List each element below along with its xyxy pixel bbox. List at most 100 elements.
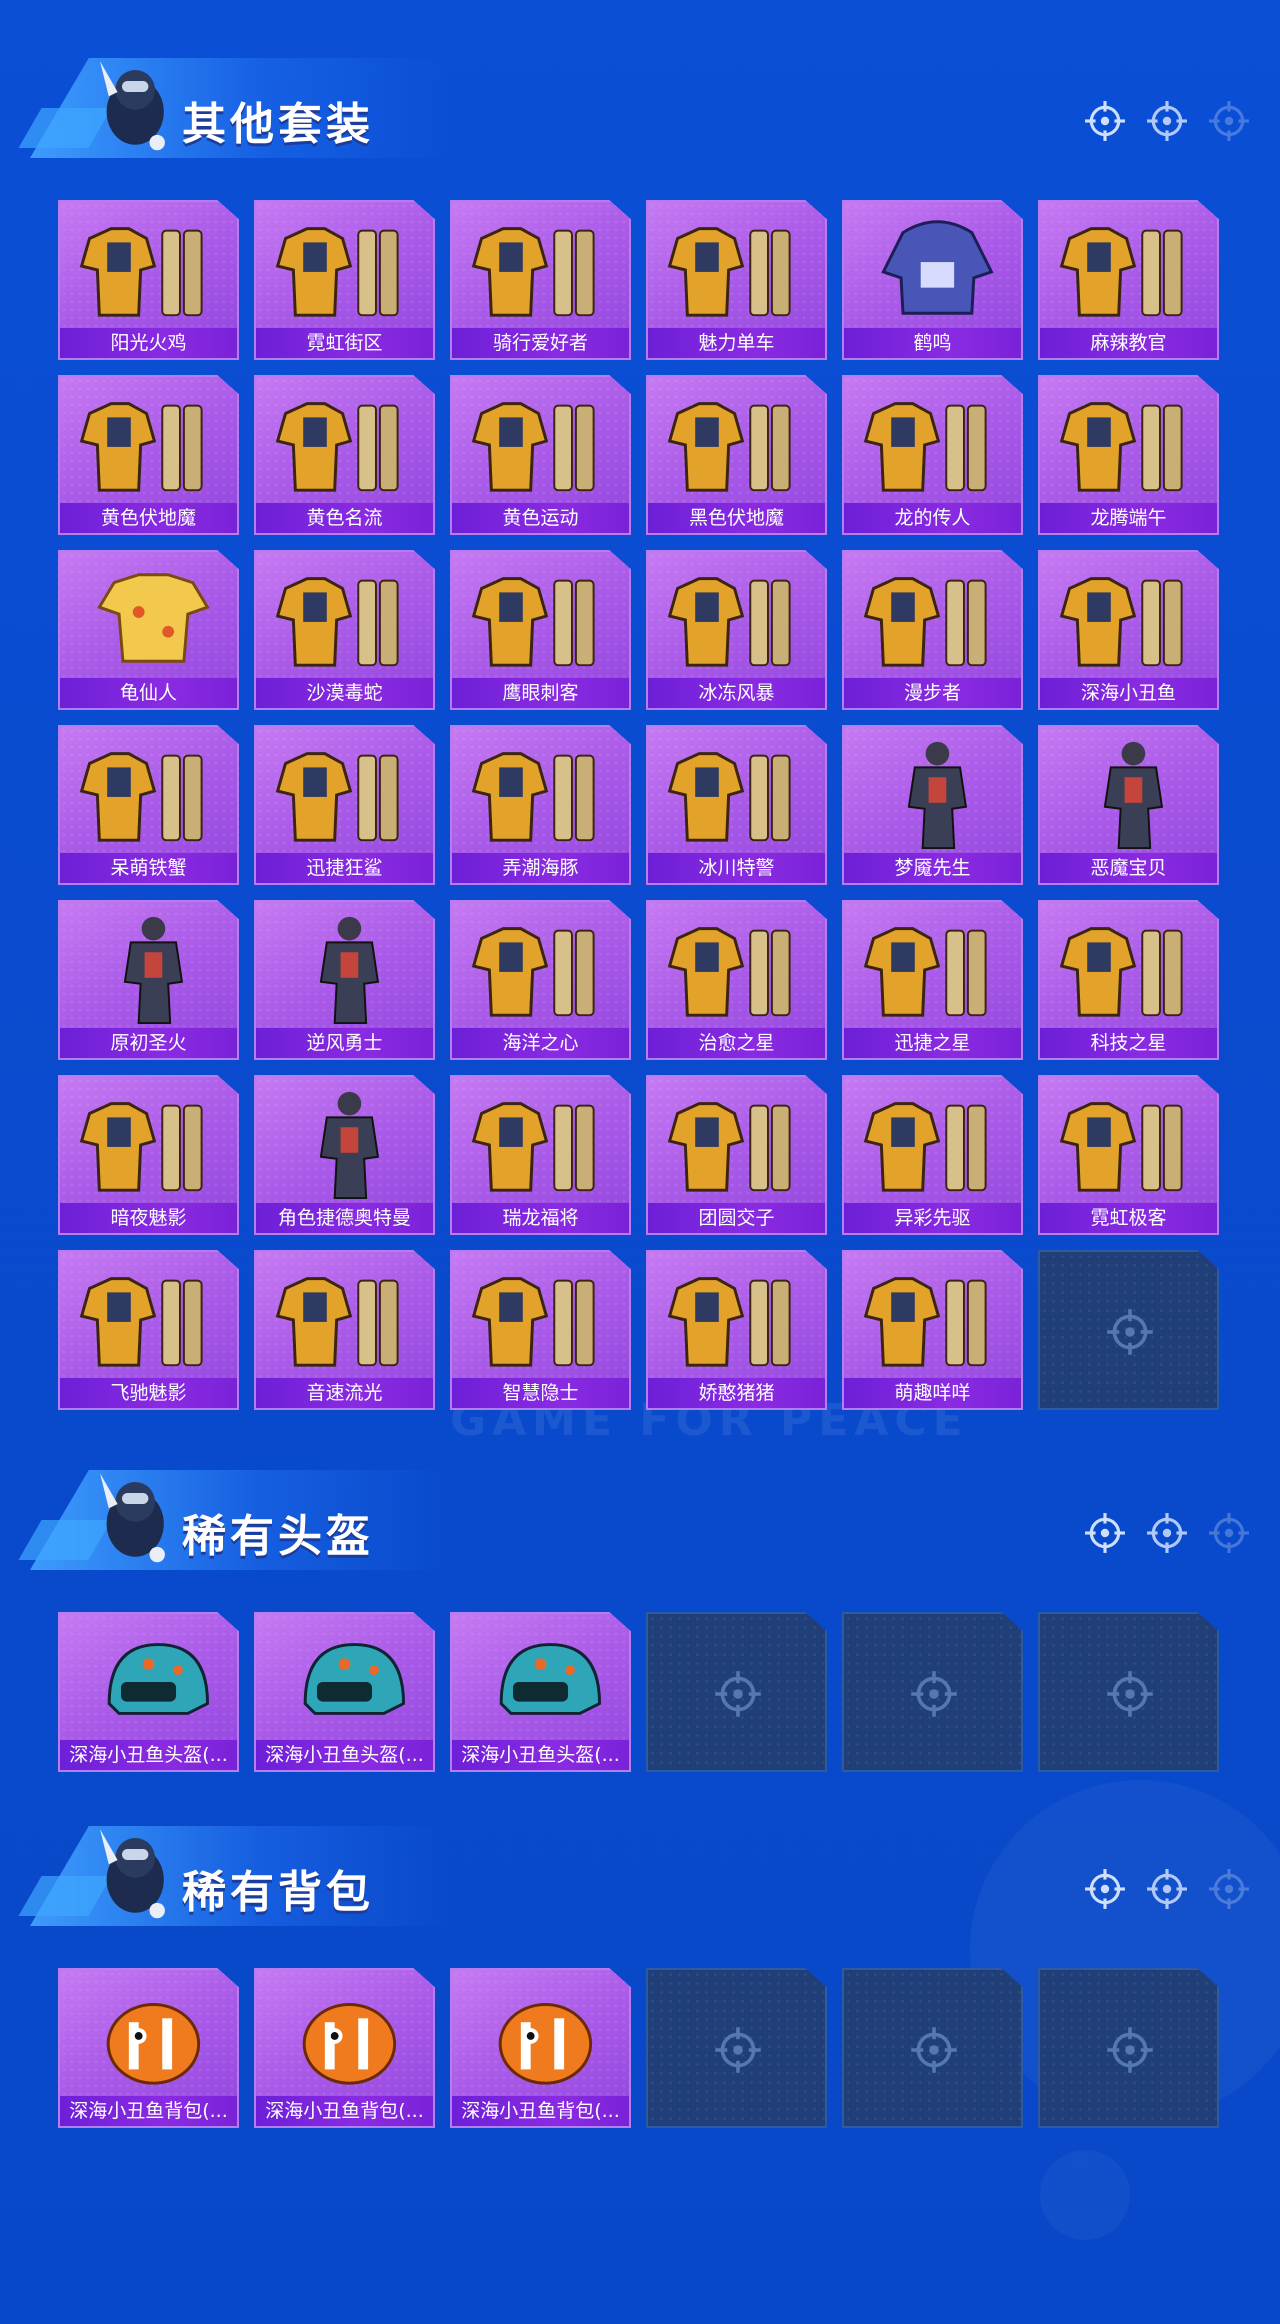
item-card[interactable]: 黄色名流 xyxy=(254,375,435,535)
item-card[interactable]: 骑行爱好者 xyxy=(450,200,631,360)
item-card[interactable]: 恶魔宝贝 xyxy=(1038,725,1219,885)
item-card[interactable]: 黑色伏地魔 xyxy=(646,375,827,535)
crosshair-icon xyxy=(1146,1868,1188,1910)
item-card[interactable]: 海洋之心 xyxy=(450,900,631,1060)
item-label: 魅力单车 xyxy=(648,328,825,358)
item-card[interactable]: 龙腾端午 xyxy=(1038,375,1219,535)
item-card[interactable]: 鹤鸣 xyxy=(842,200,1023,360)
helmet-icon xyxy=(256,1614,433,1744)
item-card[interactable]: 黄色运动 xyxy=(450,375,631,535)
item-label: 骑行爱好者 xyxy=(452,328,629,358)
item-card[interactable]: 逆风勇士 xyxy=(254,900,435,1060)
section-title: 稀有头盔 xyxy=(182,1511,374,1562)
character-icon xyxy=(256,902,433,1032)
item-label: 深海小丑鱼背包(... xyxy=(60,2096,237,2126)
item-label: 梦魇先生 xyxy=(844,853,1021,883)
item-card[interactable]: 智慧隐士 xyxy=(450,1250,631,1410)
item-card[interactable]: 团圆交子 xyxy=(646,1075,827,1235)
outfit-icon xyxy=(648,1252,825,1382)
item-label: 音速流光 xyxy=(256,1378,433,1408)
outfit-icon xyxy=(844,377,1021,507)
item-card[interactable]: 瑞龙福将 xyxy=(450,1075,631,1235)
item-card[interactable]: 漫步者 xyxy=(842,550,1023,710)
item-card[interactable]: 深海小丑鱼 xyxy=(1038,550,1219,710)
item-label: 漫步者 xyxy=(844,678,1021,708)
outfit-icon xyxy=(256,552,433,682)
item-label: 呆萌铁蟹 xyxy=(60,853,237,883)
item-label: 逆风勇士 xyxy=(256,1028,433,1058)
item-card[interactable]: 龟仙人 xyxy=(58,550,239,710)
item-label: 阳光火鸡 xyxy=(60,328,237,358)
outfit-icon xyxy=(844,552,1021,682)
item-card[interactable]: 弄潮海豚 xyxy=(450,725,631,885)
crosshair-icon xyxy=(1146,100,1188,142)
outfit-icon xyxy=(256,727,433,857)
crosshair-icon xyxy=(1084,1868,1126,1910)
hoodie-icon xyxy=(844,202,1021,332)
item-card[interactable]: 龙的传人 xyxy=(842,375,1023,535)
item-card[interactable]: 深海小丑鱼背包(... xyxy=(450,1968,631,2128)
crosshair-placeholder-icon xyxy=(1106,2026,1154,2074)
item-card[interactable]: 娇憨猪猪 xyxy=(646,1250,827,1410)
item-card[interactable]: 黄色伏地魔 xyxy=(58,375,239,535)
crosshair-icon xyxy=(1208,1868,1250,1910)
item-card[interactable]: 麻辣教官 xyxy=(1038,200,1219,360)
item-label: 深海小丑鱼头盔(... xyxy=(60,1740,237,1770)
item-card[interactable]: 深海小丑鱼头盔(... xyxy=(254,1612,435,1772)
item-label: 飞驰魅影 xyxy=(60,1378,237,1408)
item-card[interactable]: 迅捷狂鲨 xyxy=(254,725,435,885)
empty-slot xyxy=(1038,1250,1219,1410)
item-label: 萌趣咩咩 xyxy=(844,1378,1021,1408)
item-card[interactable]: 鹰眼刺客 xyxy=(450,550,631,710)
item-label: 角色捷德奥特曼 xyxy=(256,1203,433,1233)
item-label: 龟仙人 xyxy=(60,678,237,708)
item-label: 霓虹街区 xyxy=(256,328,433,358)
item-card[interactable]: 魅力单车 xyxy=(646,200,827,360)
crosshair-icon xyxy=(1208,100,1250,142)
outfit-icon xyxy=(1040,552,1217,682)
item-label: 深海小丑鱼头盔(... xyxy=(452,1740,629,1770)
item-card[interactable]: 梦魇先生 xyxy=(842,725,1023,885)
outfit-icon xyxy=(452,727,629,857)
item-card[interactable]: 呆萌铁蟹 xyxy=(58,725,239,885)
item-card[interactable]: 异彩先驱 xyxy=(842,1075,1023,1235)
item-card[interactable]: 深海小丑鱼背包(... xyxy=(58,1968,239,2128)
item-card[interactable]: 萌趣咩咩 xyxy=(842,1250,1023,1410)
item-card[interactable]: 科技之星 xyxy=(1038,900,1219,1060)
item-grid: 深海小丑鱼头盔(... 深海小丑鱼头盔(... 深海小丑鱼头盔(... xyxy=(58,1612,1219,1772)
item-label: 娇憨猪猪 xyxy=(648,1378,825,1408)
item-card[interactable]: 冰川特警 xyxy=(646,725,827,885)
item-label: 霓虹极客 xyxy=(1040,1203,1217,1233)
item-card[interactable]: 深海小丑鱼头盔(... xyxy=(58,1612,239,1772)
item-card[interactable]: 霓虹街区 xyxy=(254,200,435,360)
item-card[interactable]: 角色捷德奥特曼 xyxy=(254,1075,435,1235)
item-card[interactable]: 冰冻风暴 xyxy=(646,550,827,710)
item-card[interactable]: 深海小丑鱼头盔(... xyxy=(450,1612,631,1772)
item-label: 异彩先驱 xyxy=(844,1203,1021,1233)
item-card[interactable]: 阳光火鸡 xyxy=(58,200,239,360)
item-label: 黑色伏地魔 xyxy=(648,503,825,533)
item-card[interactable]: 飞驰魅影 xyxy=(58,1250,239,1410)
crosshair-placeholder-icon xyxy=(1106,1308,1154,1356)
backpack-icon xyxy=(60,1970,237,2100)
item-label: 沙漠毒蛇 xyxy=(256,678,433,708)
section-other-outfits: 其他套装 阳光火鸡 霓虹街区 骑行爱好者 魅力单车 鹤鸣 麻辣教官 黄色伏地魔 黄色名流 黄色运… xyxy=(0,0,1280,1410)
item-card[interactable]: 深海小丑鱼背包(... xyxy=(254,1968,435,2128)
bg-decoration-circle xyxy=(1040,2150,1130,2240)
backpack-icon xyxy=(256,1970,433,2100)
item-card[interactable]: 沙漠毒蛇 xyxy=(254,550,435,710)
item-card[interactable]: 霓虹极客 xyxy=(1038,1075,1219,1235)
item-label: 弄潮海豚 xyxy=(452,853,629,883)
item-card[interactable]: 治愈之星 xyxy=(646,900,827,1060)
item-card[interactable]: 音速流光 xyxy=(254,1250,435,1410)
crosshair-placeholder-icon xyxy=(714,1670,762,1718)
item-label: 龙腾端午 xyxy=(1040,503,1217,533)
section-title: 稀有背包 xyxy=(182,1867,374,1918)
item-card[interactable]: 迅捷之星 xyxy=(842,900,1023,1060)
outfit-icon xyxy=(452,202,629,332)
item-card[interactable]: 原初圣火 xyxy=(58,900,239,1060)
item-label: 深海小丑鱼背包(... xyxy=(452,2096,629,2126)
item-card[interactable]: 暗夜魅影 xyxy=(58,1075,239,1235)
backpack-icon xyxy=(452,1970,629,2100)
empty-slot xyxy=(842,1968,1023,2128)
